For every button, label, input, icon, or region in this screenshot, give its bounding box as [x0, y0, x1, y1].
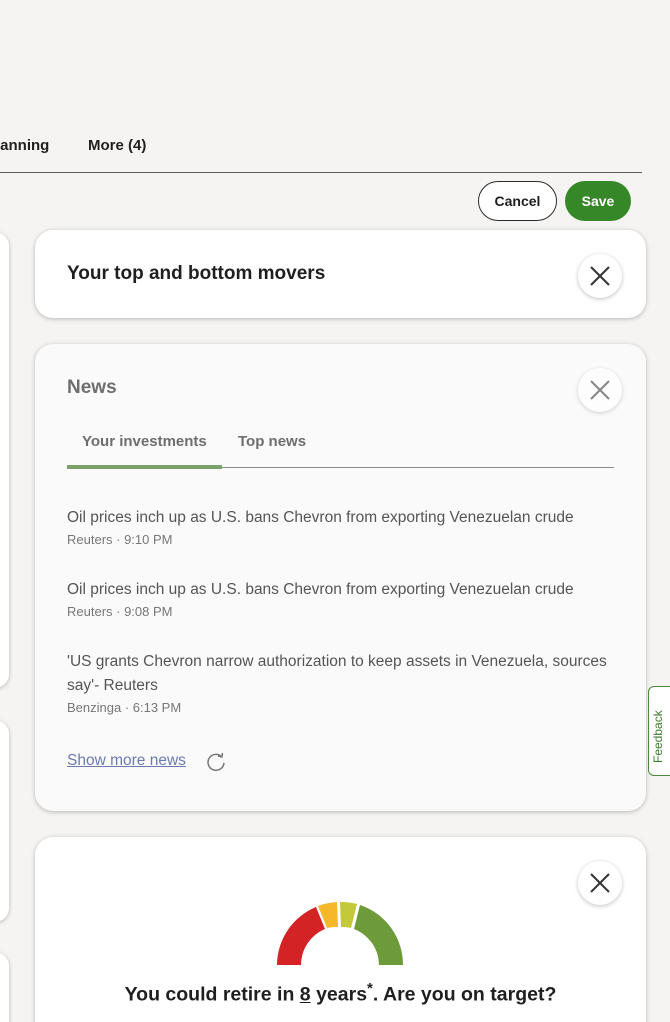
news-tabs: Your investments Top news — [67, 424, 614, 469]
retirement-gauge — [277, 901, 404, 965]
news-item[interactable]: Oil prices inch up as U.S. bans Chevron … — [67, 506, 607, 547]
left-card-1 — [0, 232, 9, 688]
retire-prefix: You could retire in — [124, 983, 300, 1006]
gauge-green-segment — [354, 905, 404, 965]
active-tab-indicator — [67, 465, 222, 469]
news-headline[interactable]: Oil prices inch up as U.S. bans Chevron … — [67, 578, 607, 602]
news-card: News Your investments Top news Oil price… — [35, 344, 646, 811]
show-more-news-link[interactable]: Show more news — [67, 752, 186, 770]
tab-your-investments[interactable]: Your investments — [82, 433, 207, 450]
news-item[interactable]: Oil prices inch up as U.S. bans Chevron … — [67, 578, 607, 619]
news-meta: Reuters · 9:08 PM — [67, 604, 173, 619]
feedback-tab[interactable]: Feedback — [648, 686, 670, 776]
close-retirement-button[interactable] — [578, 861, 622, 905]
movers-title: Your top and bottom movers — [67, 263, 326, 284]
tab-planning[interactable]: lanning — [0, 137, 49, 154]
gauge-yellow-segment — [340, 901, 357, 928]
retire-years-suffix: years — [310, 983, 368, 1006]
retire-years-value[interactable]: 8 — [300, 984, 311, 1006]
tab-more[interactable]: More (4) — [88, 137, 146, 154]
news-meta: Benzinga · 6:13 PM — [67, 700, 182, 715]
save-button[interactable]: Save — [565, 181, 631, 221]
gauge-red-segment — [277, 907, 325, 965]
close-icon — [590, 873, 610, 893]
movers-card: Your top and bottom movers — [35, 230, 646, 318]
news-title: News — [67, 377, 117, 398]
news-headline[interactable]: 'US grants Chevron narrow authorization … — [67, 650, 607, 698]
refresh-icon[interactable] — [205, 751, 227, 773]
close-icon — [590, 266, 610, 286]
retirement-card: You could retire in 8 years*. Are you on… — [35, 837, 646, 1022]
close-icon — [590, 380, 610, 400]
tab-top-news[interactable]: Top news — [238, 433, 306, 450]
left-card-2 — [0, 720, 9, 922]
close-movers-button[interactable] — [578, 254, 622, 298]
news-headline[interactable]: Oil prices inch up as U.S. bans Chevron … — [67, 506, 607, 530]
retire-suffix: . Are you on target? — [372, 983, 557, 1006]
news-meta: Reuters · 9:10 PM — [67, 532, 173, 547]
retirement-message: You could retire in 8 years*. Are you on… — [35, 980, 646, 1007]
close-news-button[interactable] — [578, 368, 622, 412]
account-tabs-bar: lanning More (4) — [0, 128, 642, 173]
left-card-3 — [0, 952, 9, 1022]
feedback-label: Feedback — [651, 710, 665, 763]
cancel-button[interactable]: Cancel — [478, 181, 557, 221]
news-item[interactable]: 'US grants Chevron narrow authorization … — [67, 650, 607, 715]
